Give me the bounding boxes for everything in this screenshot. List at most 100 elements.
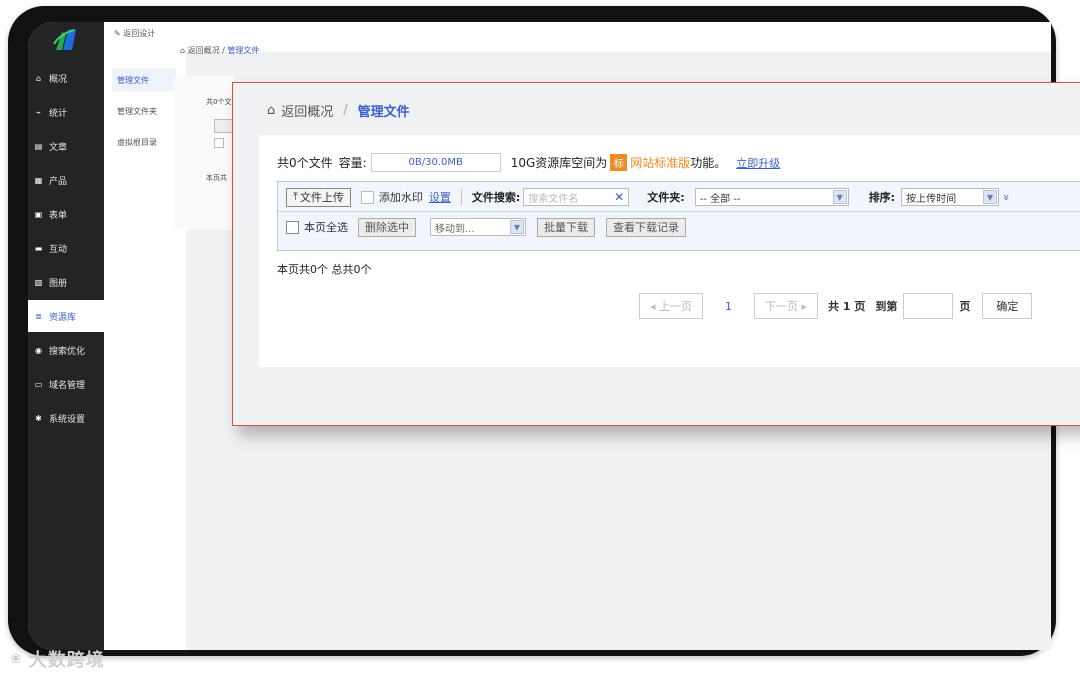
goto-label: 到第 <box>875 300 898 313</box>
nav-item-interaction[interactable]: ▬ 互动 <box>28 232 104 264</box>
folder-label: 文件夹: <box>647 191 685 204</box>
zoom-overlay-panel: ⌂ 返回概况 / 管理文件 共0个文件 容量: 0B/30.0MB 10G资源库… <box>232 82 1080 426</box>
underlying-upload-button <box>214 119 234 133</box>
watermark-text: 大数跨境 <box>28 650 105 671</box>
underlying-card: 共0个文 本页共 <box>174 76 234 230</box>
prev-page-button[interactable]: ◂ 上一页 <box>639 293 703 319</box>
nav-label: 资源库 <box>49 312 77 323</box>
expand-icon[interactable]: » <box>1000 194 1013 201</box>
watermark-logo-icon: ❀ <box>10 651 23 667</box>
view-download-log-button[interactable]: 查看下载记录 <box>606 217 686 237</box>
nav-item-settings[interactable]: ✱ 系统设置 <box>28 402 104 434</box>
folder-select[interactable]: -- 全部 -- ▼ <box>694 188 849 206</box>
file-count-text: 共0个文件 <box>277 156 333 170</box>
back-to-design-link[interactable]: ✎ 返回设计 <box>114 28 155 39</box>
watermark-settings-link[interactable]: 设置 <box>429 189 451 205</box>
brand-logo <box>53 29 76 50</box>
album-icon: ▧ <box>34 277 43 287</box>
nav-label: 搜索优化 <box>49 346 86 357</box>
upload-icon: ⤒ <box>293 190 298 203</box>
select-all-label: 本页全选 <box>304 221 348 234</box>
upload-label: 文件上传 <box>299 191 344 204</box>
form-icon: ▣ <box>34 209 43 219</box>
gear-icon: ✱ <box>35 413 42 423</box>
file-toolbar: ⤒ 文件上传 添加水印 设置 文件搜索: 搜索文件名 ✕ 文件夹: -- 全部 … <box>277 181 1080 251</box>
home-icon: ⌂ <box>180 46 186 55</box>
breadcrumb-current: 管理文件 <box>357 105 410 120</box>
nav-item-seo[interactable]: ◉ 搜索优化 <box>28 334 104 366</box>
nav-label: 互动 <box>49 244 68 255</box>
nav-label: 统计 <box>49 108 68 119</box>
breadcrumb: ⌂ 返回概况 / 管理文件 <box>267 101 410 120</box>
capacity-label: 容量: <box>338 156 367 170</box>
nav-label: 系统设置 <box>49 414 86 425</box>
sub-item-label: 管理文件 <box>117 75 149 85</box>
database-icon: ≣ <box>35 311 42 321</box>
nav-item-products[interactable]: ▦ 产品 <box>28 164 104 196</box>
article-icon: ▤ <box>34 141 43 151</box>
nav-item-album[interactable]: ▧ 图册 <box>28 266 104 298</box>
capacity-info-line: 共0个文件 容量: 0B/30.0MB 10G资源库空间为 标 网站标准版 功能… <box>277 153 780 172</box>
chevron-down-icon: ▼ <box>983 190 998 204</box>
select-all-checkbox[interactable] <box>286 220 299 234</box>
toolbar-row-1: ⤒ 文件上传 添加水印 设置 文件搜索: 搜索文件名 ✕ 文件夹: -- 全部 … <box>286 186 1013 208</box>
breadcrumb-current: 管理文件 <box>227 46 260 55</box>
watermark-checkbox[interactable] <box>360 190 374 204</box>
capacity-value: 0B/30.0MB <box>370 153 501 172</box>
underlying-info-text: 共0个文 <box>206 98 232 106</box>
underlying-checkbox <box>214 138 224 148</box>
search-input[interactable]: 搜索文件名 ✕ <box>523 188 630 206</box>
sub-item-manage-folders[interactable]: 管理文件夹 <box>112 100 176 122</box>
nav-label: 产品 <box>49 176 68 187</box>
edition-name: 网站标准版 <box>630 156 691 170</box>
page-count-text: 本页共0个 总共0个 <box>277 263 372 276</box>
home-icon: ⌂ <box>267 103 276 118</box>
sort-select[interactable]: 按上传时间 ▼ <box>901 188 1000 206</box>
toolbar-divider <box>278 211 1080 212</box>
nav-label: 图册 <box>49 278 68 289</box>
sub-item-manage-files[interactable]: 管理文件 <box>112 69 176 91</box>
breadcrumb-small: ⌂ 返回概况 / 管理文件 <box>180 45 259 56</box>
upload-button[interactable]: ⤒ 文件上传 <box>286 187 351 207</box>
breadcrumb-home-link[interactable]: 返回概况 <box>281 101 333 120</box>
nav-item-stats[interactable]: ⌁ 统计 <box>28 96 104 128</box>
top-header <box>186 22 1051 52</box>
home-icon: ⌂ <box>35 73 42 83</box>
nav-label: 域名管理 <box>49 380 86 391</box>
search-label: 文件搜索: <box>471 191 521 204</box>
divider <box>460 189 462 205</box>
move-to-select[interactable]: 移动到... ▼ <box>430 218 526 236</box>
breadcrumb-separator: / <box>343 103 348 118</box>
seo-icon: ◉ <box>35 345 42 355</box>
nav-item-domain[interactable]: ▭ 域名管理 <box>28 368 104 400</box>
nav-item-articles[interactable]: ▤ 文章 <box>28 130 104 162</box>
file-manager-card: 共0个文件 容量: 0B/30.0MB 10G资源库空间为 标 网站标准版 功能… <box>259 135 1080 367</box>
batch-download-button[interactable]: 批量下载 <box>537 217 595 237</box>
goto-page-input[interactable] <box>903 293 954 319</box>
delete-selected-button[interactable]: 删除选中 <box>358 217 416 237</box>
nav-label: 文章 <box>49 142 68 153</box>
sub-item-virtual-root[interactable]: 虚拟根目录 <box>112 131 176 153</box>
clear-search-icon[interactable]: ✕ <box>614 190 624 204</box>
upgrade-link[interactable]: 立即升级 <box>736 155 780 171</box>
total-pages-text: 共 1 页 <box>828 300 866 313</box>
search-placeholder: 搜索文件名 <box>528 193 579 205</box>
confirm-page-button[interactable]: 确定 <box>982 293 1033 319</box>
nav-item-overview[interactable]: ⌂ 概况 <box>28 62 104 94</box>
pagination: ◂ 上一页 1 下一页 ▸ 共 1 页 到第 页 确定 <box>639 293 1033 319</box>
watermark: ❀ 大数跨境 <box>10 646 105 672</box>
nav-label: 概况 <box>49 74 68 85</box>
next-page-button[interactable]: 下一页 ▸ <box>754 293 818 319</box>
toolbar-row-2: 本页全选 删除选中 移动到... ▼ 批量下载 查看下载记录 <box>286 216 686 238</box>
nav-item-resources[interactable]: ≣ 资源库 <box>28 300 104 332</box>
breadcrumb-home-link[interactable]: 返回概况 <box>188 46 220 55</box>
space-text: 10G资源库空间为 <box>510 156 608 170</box>
nav-item-forms[interactable]: ▣ 表单 <box>28 198 104 230</box>
folder-select-value: -- 全部 -- <box>699 193 741 205</box>
current-page-number[interactable]: 1 <box>725 300 732 313</box>
page-unit-label: 页 <box>959 300 971 313</box>
domain-icon: ▭ <box>34 379 43 389</box>
move-to-value: 移动到... <box>435 223 475 235</box>
back-label: 返回设计 <box>123 29 156 38</box>
watermark-label: 添加水印 <box>378 191 423 204</box>
